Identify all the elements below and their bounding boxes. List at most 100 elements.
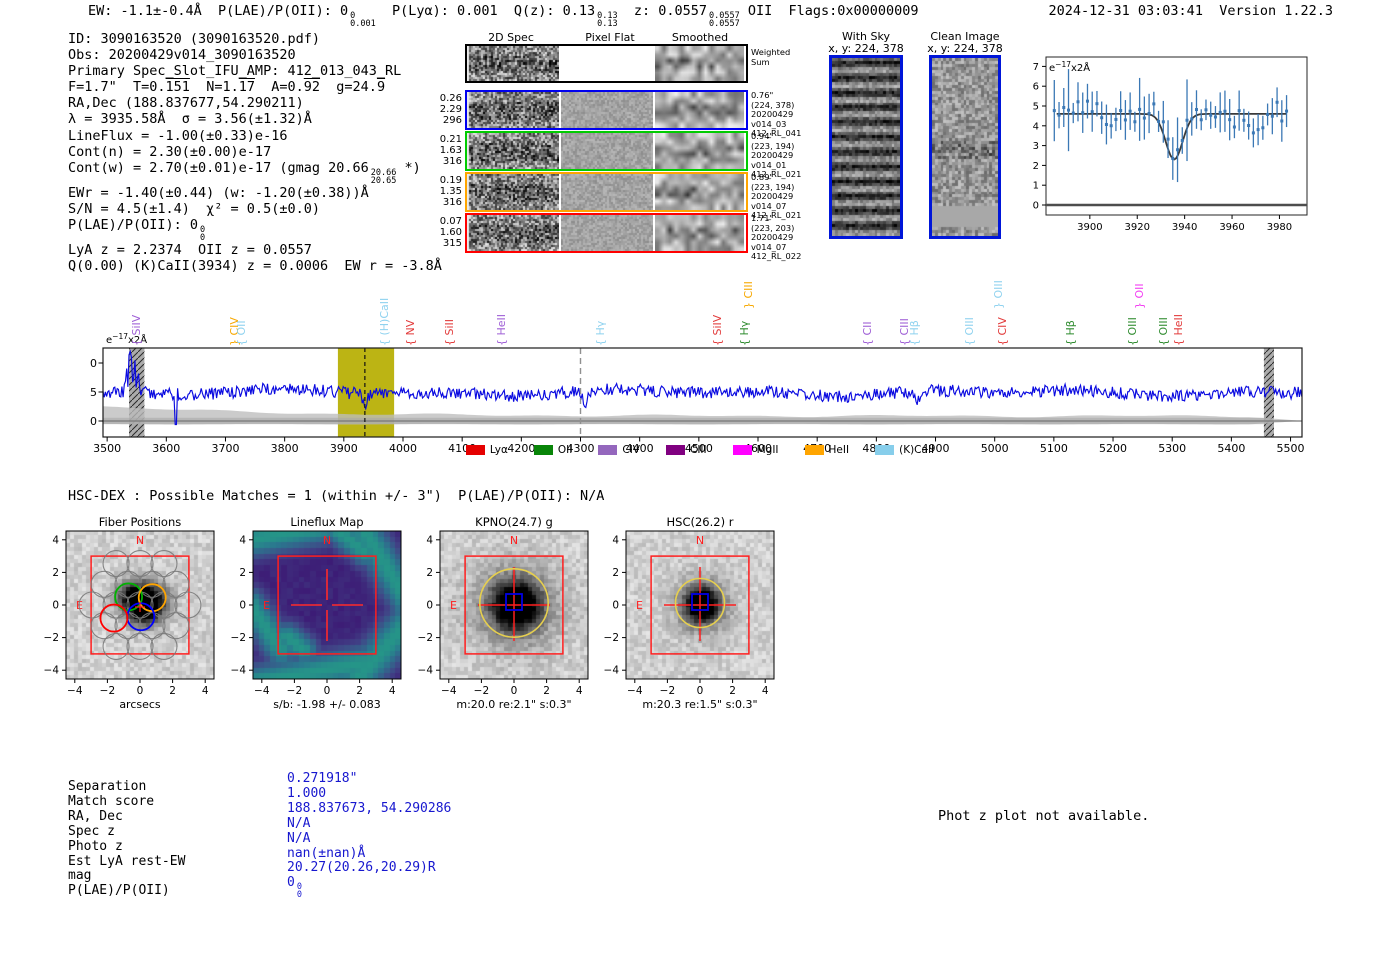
y-tick-label: −2 (418, 632, 433, 644)
photz-unavailable-note: Phot z plot not available. (938, 808, 1150, 824)
image-data (932, 58, 998, 236)
emission-line-marker: { OIII (1125, 317, 1139, 346)
legend-item: HeII (804, 444, 849, 456)
emission-line-marker: { HeII (1171, 313, 1185, 346)
hatched-band (129, 348, 145, 437)
image-data (655, 215, 744, 251)
info-line: Cont(w) = 2.70(±0.01)e-17 (gmag 20.66 20.… (68, 159, 421, 186)
image-data (655, 46, 744, 81)
legend-item: OII (533, 444, 572, 456)
emission-line-marker: { SiIV (710, 314, 724, 346)
y-tick-label: 5 (1033, 102, 1039, 113)
match-table-label: Est LyA rest-EW (68, 853, 186, 869)
legend-label: MgII (756, 444, 779, 456)
emission-line-marker: { OIII (1156, 317, 1170, 346)
y-tick-label: 5 (90, 386, 97, 399)
image-data (561, 133, 653, 169)
y-tick-label: −4 (418, 665, 434, 677)
match-table-labels: Separation Match score RA, Dec Spec z Photo … (68, 779, 186, 899)
emission-line-marker: } OII (1132, 283, 1146, 309)
x-tick-label: −2 (287, 685, 302, 697)
left-label: 0.21 (439, 134, 462, 145)
hatched-band (1263, 348, 1274, 437)
emission-line-marker: { CII (861, 321, 875, 346)
stacked-value: 20.66 20.65 (370, 167, 397, 186)
y-tick-label: −2 (231, 632, 246, 644)
cutout-xlabel: m:20.3 re:1.5" s:0.3" (642, 698, 757, 711)
legend-swatch (732, 445, 752, 455)
y-tick-label: −4 (231, 665, 247, 677)
right-label: 412_RL_022 (751, 251, 802, 262)
stacked-value: 0.0557 0.0557 (709, 11, 740, 29)
stacked-value: 00 (296, 882, 302, 901)
y-tick-label: 4 (1033, 121, 1039, 132)
spec2d-row-left-labels: 0.19 1.35 316 (432, 175, 462, 208)
match-table-label: Separation (68, 779, 147, 794)
hsc-dex-match-line: HSC-DEX : Possible Matches = 1 (within +… (68, 488, 605, 504)
right-label: Sum (751, 56, 770, 67)
x-tick-label: −2 (100, 685, 115, 697)
y-tick-label: 2 (612, 567, 619, 579)
image-data (467, 174, 559, 210)
emission-line-marker: { Hβ (1064, 320, 1078, 346)
left-label: 315 (442, 238, 462, 249)
left-label: 0.26 (439, 93, 462, 104)
y-tick-label: 2 (426, 567, 433, 579)
legend-item: Lyα (465, 444, 508, 456)
match-table-label: Spec z (68, 823, 115, 839)
info-line: EWr = -1.40(±0.44) (w: -1.20(±0.38))Å (68, 184, 369, 201)
legend-label: (K)CaII (899, 444, 935, 456)
detection-info-block: ID: 3090163520 (3090163520.pdf) Obs: 2020… (68, 31, 442, 274)
x-tick-label: 2 (356, 685, 363, 697)
image-data (66, 531, 214, 679)
legend-label: Lyα (489, 444, 508, 456)
emission-line-marker: } CIII (742, 281, 756, 309)
match-table-label: P(LAE)/P(OII) (68, 883, 170, 899)
info-line: RA,Dec (188.837677,54.290211) (68, 95, 304, 112)
legend-swatch (875, 445, 895, 455)
image-data (561, 174, 653, 210)
spec2d-column-title: Pixel Flat (585, 31, 635, 44)
spec2d-row-left-labels: 0.26 2.29 296 (432, 93, 462, 126)
info-line: ID: 3090163520 (3090163520.pdf) (68, 31, 320, 47)
left-label: 296 (442, 115, 462, 126)
x-tick-label: 0 (697, 685, 704, 697)
y-tick-label: −2 (44, 632, 59, 644)
cutout-title: HSC(26.2) r (667, 515, 734, 529)
x-tick-label: −4 (441, 685, 457, 697)
highlight-band (337, 348, 395, 437)
spec2d-row-right-labels: 1.71" (223, 203) 20200429 v014_07 412_RL_022 (751, 213, 802, 262)
x-tick-label: 2 (729, 685, 736, 697)
elixer-report-page: EW: -1.1±-0.4Å P(LAE)/P(OII): 0 0 0.001 P(… (0, 0, 1400, 953)
match-table-label: Photo z (68, 838, 123, 854)
left-label: 316 (442, 197, 462, 208)
match-table-label: Match score (68, 793, 155, 809)
legend-label: CIII (689, 444, 707, 456)
image-data (655, 174, 744, 210)
x-tick-label: 4 (762, 685, 769, 697)
cutout-title: KPNO(24.7) g (475, 515, 553, 529)
stacked-value: 0.13 0.13 (597, 11, 618, 29)
y-tick-label: 1 (1033, 181, 1039, 192)
match-table-value: nan(±nan)Å (287, 845, 366, 861)
x-tick-label: 4 (389, 685, 396, 697)
left-label: 316 (442, 156, 462, 167)
legend-swatch (665, 445, 685, 455)
legend-swatch (465, 445, 485, 455)
image-data (467, 92, 559, 128)
spectrum-legend: Lyα OII CIV CIII MgII HeII (K)CaII (100, 444, 1300, 456)
stacked-value: 00 (200, 224, 206, 243)
image-data (561, 92, 653, 128)
y-tick-label: 4 (239, 534, 246, 546)
y-tick-label: −4 (604, 665, 620, 677)
match-table-value: 1.000 (287, 785, 327, 801)
timestamp-version: 2024-12-31 03:03:41 Version 1.22.3 (1048, 3, 1333, 19)
legend-swatch (804, 445, 824, 455)
legend-item: MgII (732, 444, 779, 456)
y-tick-label: 0 (90, 415, 97, 428)
info-line: S/N = 4.5(±1.4) χ² = 0.5(±0.0) (68, 200, 320, 217)
legend-item: CIV (598, 444, 640, 456)
cutout-title: Lineflux Map (290, 515, 363, 529)
legend-item: CIII (665, 444, 707, 456)
emission-line-marker: { Hγ (593, 320, 607, 346)
